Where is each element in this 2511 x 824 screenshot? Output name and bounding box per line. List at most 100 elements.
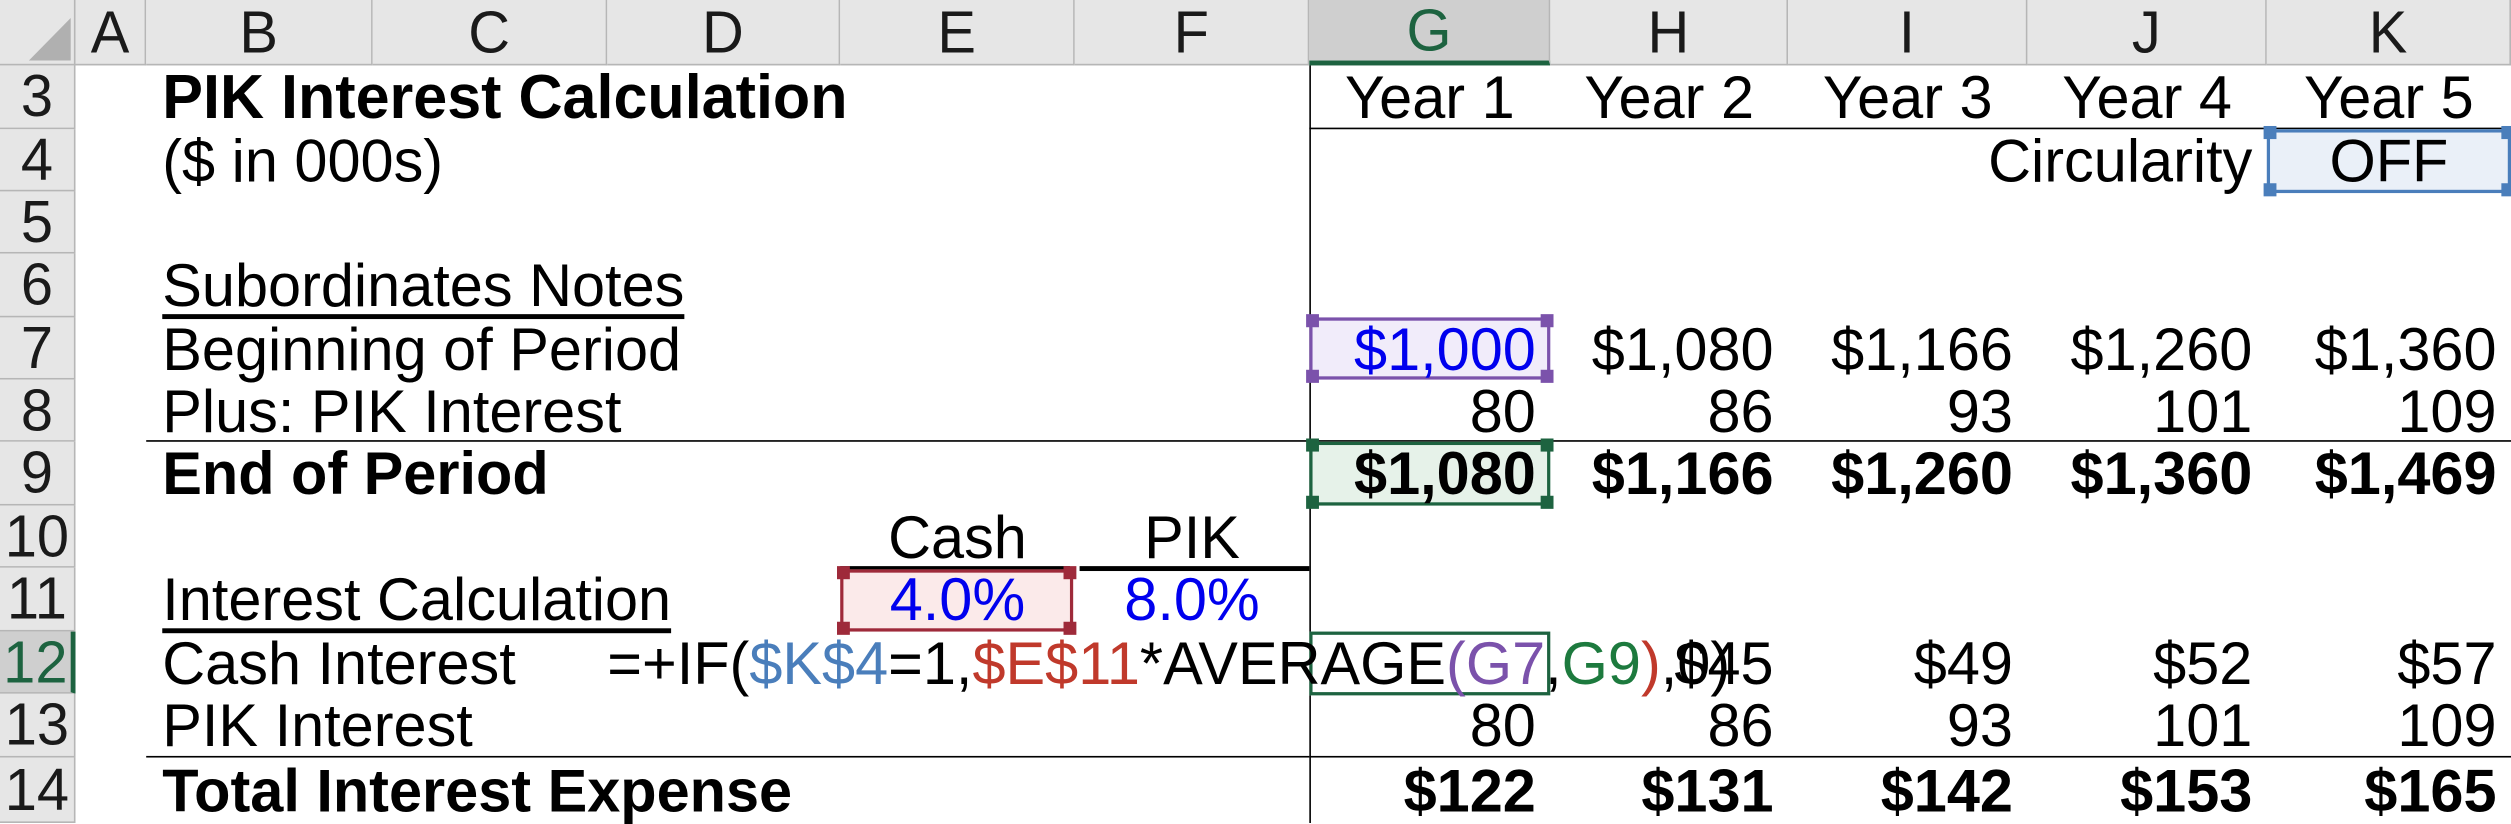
column-header-i[interactable]: I [1788, 0, 2028, 66]
cell-e10-cash-header[interactable]: Cash [840, 506, 1075, 568]
cell-b13-label[interactable]: PIK Interest [146, 694, 949, 758]
row-header-label: 4 [20, 125, 54, 193]
formula-ref-e11: $E$11 [972, 629, 1140, 698]
cell-k14-value[interactable]: $165 [2267, 758, 2511, 823]
column-header-c[interactable]: C [372, 0, 608, 66]
row-header-7[interactable]: 7 [0, 317, 76, 380]
row-header-6[interactable]: 6 [0, 250, 76, 318]
cell-e11-cash-rate[interactable]: 4.0% [840, 568, 1075, 632]
cell-h3-year2[interactable]: Year 2 [1550, 65, 1788, 129]
column-header-j[interactable]: J [2027, 0, 2267, 66]
cell-j14-value[interactable]: $153 [2027, 758, 2266, 823]
column-header-label: G [1406, 0, 1452, 63]
row-header-label: 3 [20, 62, 54, 130]
formula-open-paren: ( [1446, 629, 1466, 698]
column-header-label: I [1898, 0, 1915, 65]
row-header-13[interactable]: 13 [0, 690, 76, 758]
cell-i7-value[interactable]: $1,166 [1788, 317, 2027, 379]
column-header-label: K [2368, 0, 2408, 65]
cell-g13-value[interactable]: 80 [1309, 694, 1550, 758]
row-header-label: 10 [4, 501, 70, 569]
row-header-3[interactable]: 3 [0, 62, 76, 130]
formula-ref-g7: G7 [1465, 629, 1546, 698]
row-header-label: 13 [4, 690, 70, 758]
row-header-label: 8 [20, 375, 54, 443]
cell-j3-year4[interactable]: Year 4 [2027, 65, 2266, 129]
cell-b7-label[interactable]: Beginning of Period [146, 317, 949, 379]
cell-b4-units[interactable]: ($ in 000s) [146, 129, 949, 191]
column-header-e[interactable]: E [840, 0, 1075, 66]
spreadsheet-grid[interactable]: A B C D E F G H I J K 3 4 5 6 7 8 9 10 1… [0, 0, 2511, 823]
cell-i8-value[interactable]: 93 [1788, 380, 2027, 442]
cell-h7-value[interactable]: $1,080 [1550, 317, 1788, 379]
row-header-9[interactable]: 9 [0, 438, 76, 506]
row-header-10[interactable]: 10 [0, 501, 76, 569]
cell-g3-year1[interactable]: Year 1 [1309, 65, 1550, 129]
column-header-label: H [1647, 0, 1690, 65]
row-header-4[interactable]: 4 [0, 125, 76, 193]
cell-j4-circularity-label[interactable]: Circularity [1896, 129, 2267, 191]
column-header-a[interactable]: A [75, 0, 147, 66]
select-all-corner[interactable] [0, 0, 76, 66]
row-header-label: 11 [6, 564, 67, 632]
cell-g14-value[interactable]: $122 [1309, 758, 1550, 823]
cell-h9-value[interactable]: $1,166 [1550, 442, 1788, 506]
cell-i3-year3[interactable]: Year 3 [1788, 65, 2027, 129]
formula-prefix: =+IF( [607, 629, 750, 698]
row-header-11[interactable]: 11 [0, 564, 76, 632]
cell-f11-pik-rate[interactable]: 8.0% [1075, 568, 1310, 632]
row-header-label: 12 [3, 627, 68, 695]
cell-j13-value[interactable]: 101 [2027, 694, 2266, 758]
cell-b12-label[interactable]: Cash Interest [146, 632, 676, 694]
cell-h13-value[interactable]: 86 [1550, 694, 1788, 758]
column-header-label: E [937, 0, 976, 65]
column-header-b[interactable]: B [146, 0, 373, 66]
row-header-8[interactable]: 8 [0, 375, 76, 443]
cell-g12-formula-text[interactable]: =+IF($K$4 =1, $E$11 *AVERAGE(G7, G9) ,0) [607, 629, 1730, 698]
column-header-f[interactable]: F [1074, 0, 1310, 66]
cell-j12-value[interactable]: $52 [2027, 632, 2266, 694]
cell-g8-value[interactable]: 80 [1309, 380, 1550, 442]
cell-i12-value[interactable]: $49 [1788, 632, 2027, 694]
cell-b8-label[interactable]: Plus: PIK Interest [146, 380, 949, 442]
cell-h12-value[interactable]: $45 [1550, 632, 1788, 694]
column-header-label: J [2131, 0, 2161, 65]
cell-h8-value[interactable]: 86 [1550, 380, 1788, 442]
cell-j9-value[interactable]: $1,360 [2027, 442, 2266, 506]
column-header-h[interactable]: H [1550, 0, 1789, 66]
column-header-g[interactable]: G [1309, 0, 1551, 66]
row-header-14[interactable]: 14 [0, 755, 76, 823]
column-header-k[interactable]: K [2266, 0, 2511, 66]
cell-k4-circularity-value[interactable]: OFF [2267, 129, 2511, 193]
cell-j7-value[interactable]: $1,260 [2027, 317, 2266, 379]
cell-k8-value[interactable]: 109 [2267, 380, 2511, 442]
cell-h14-value[interactable]: $131 [1550, 758, 1788, 823]
column-header-d[interactable]: D [607, 0, 841, 66]
row-header-12[interactable]: 12 [0, 627, 76, 695]
cell-b9-label[interactable]: End of Period [146, 442, 949, 506]
formula-ref-k4: $K$4 [749, 629, 889, 698]
cell-j8-value[interactable]: 101 [2027, 380, 2266, 442]
cell-k9-value[interactable]: $1,469 [2267, 442, 2511, 506]
cell-i13-value[interactable]: 93 [1788, 694, 2027, 758]
cell-g9-value[interactable]: $1,080 [1309, 442, 1550, 506]
cell-b3-title[interactable]: PIK Interest Calculation [146, 65, 1309, 129]
cell-i9-value[interactable]: $1,260 [1788, 442, 2027, 506]
cell-k3-year5[interactable]: Year 5 [2267, 65, 2511, 129]
cell-b6-section-sub-notes[interactable]: Subordinates Notes [146, 254, 949, 318]
column-header-label: B [239, 0, 278, 65]
cell-k13-value[interactable]: 109 [2267, 694, 2511, 758]
cell-g7-value[interactable]: $1,000 [1309, 317, 1550, 379]
cell-k12-value[interactable]: $57 [2267, 632, 2511, 694]
column-header-label: D [702, 0, 744, 65]
row-header-5[interactable]: 5 [0, 191, 76, 254]
cell-b14-label[interactable]: Total Interest Expense [146, 758, 949, 823]
cell-k7-value[interactable]: $1,360 [2267, 317, 2511, 379]
row-header-label: 14 [4, 755, 70, 823]
cell-b11-section-interest-calc[interactable]: Interest Calculation [146, 568, 837, 632]
column-header-label: C [468, 0, 511, 65]
cell-f10-pik-header[interactable]: PIK [1075, 506, 1310, 568]
row-header-label: 6 [20, 250, 54, 318]
row-header-label: 9 [20, 438, 54, 506]
cell-i14-value[interactable]: $142 [1788, 758, 2027, 823]
